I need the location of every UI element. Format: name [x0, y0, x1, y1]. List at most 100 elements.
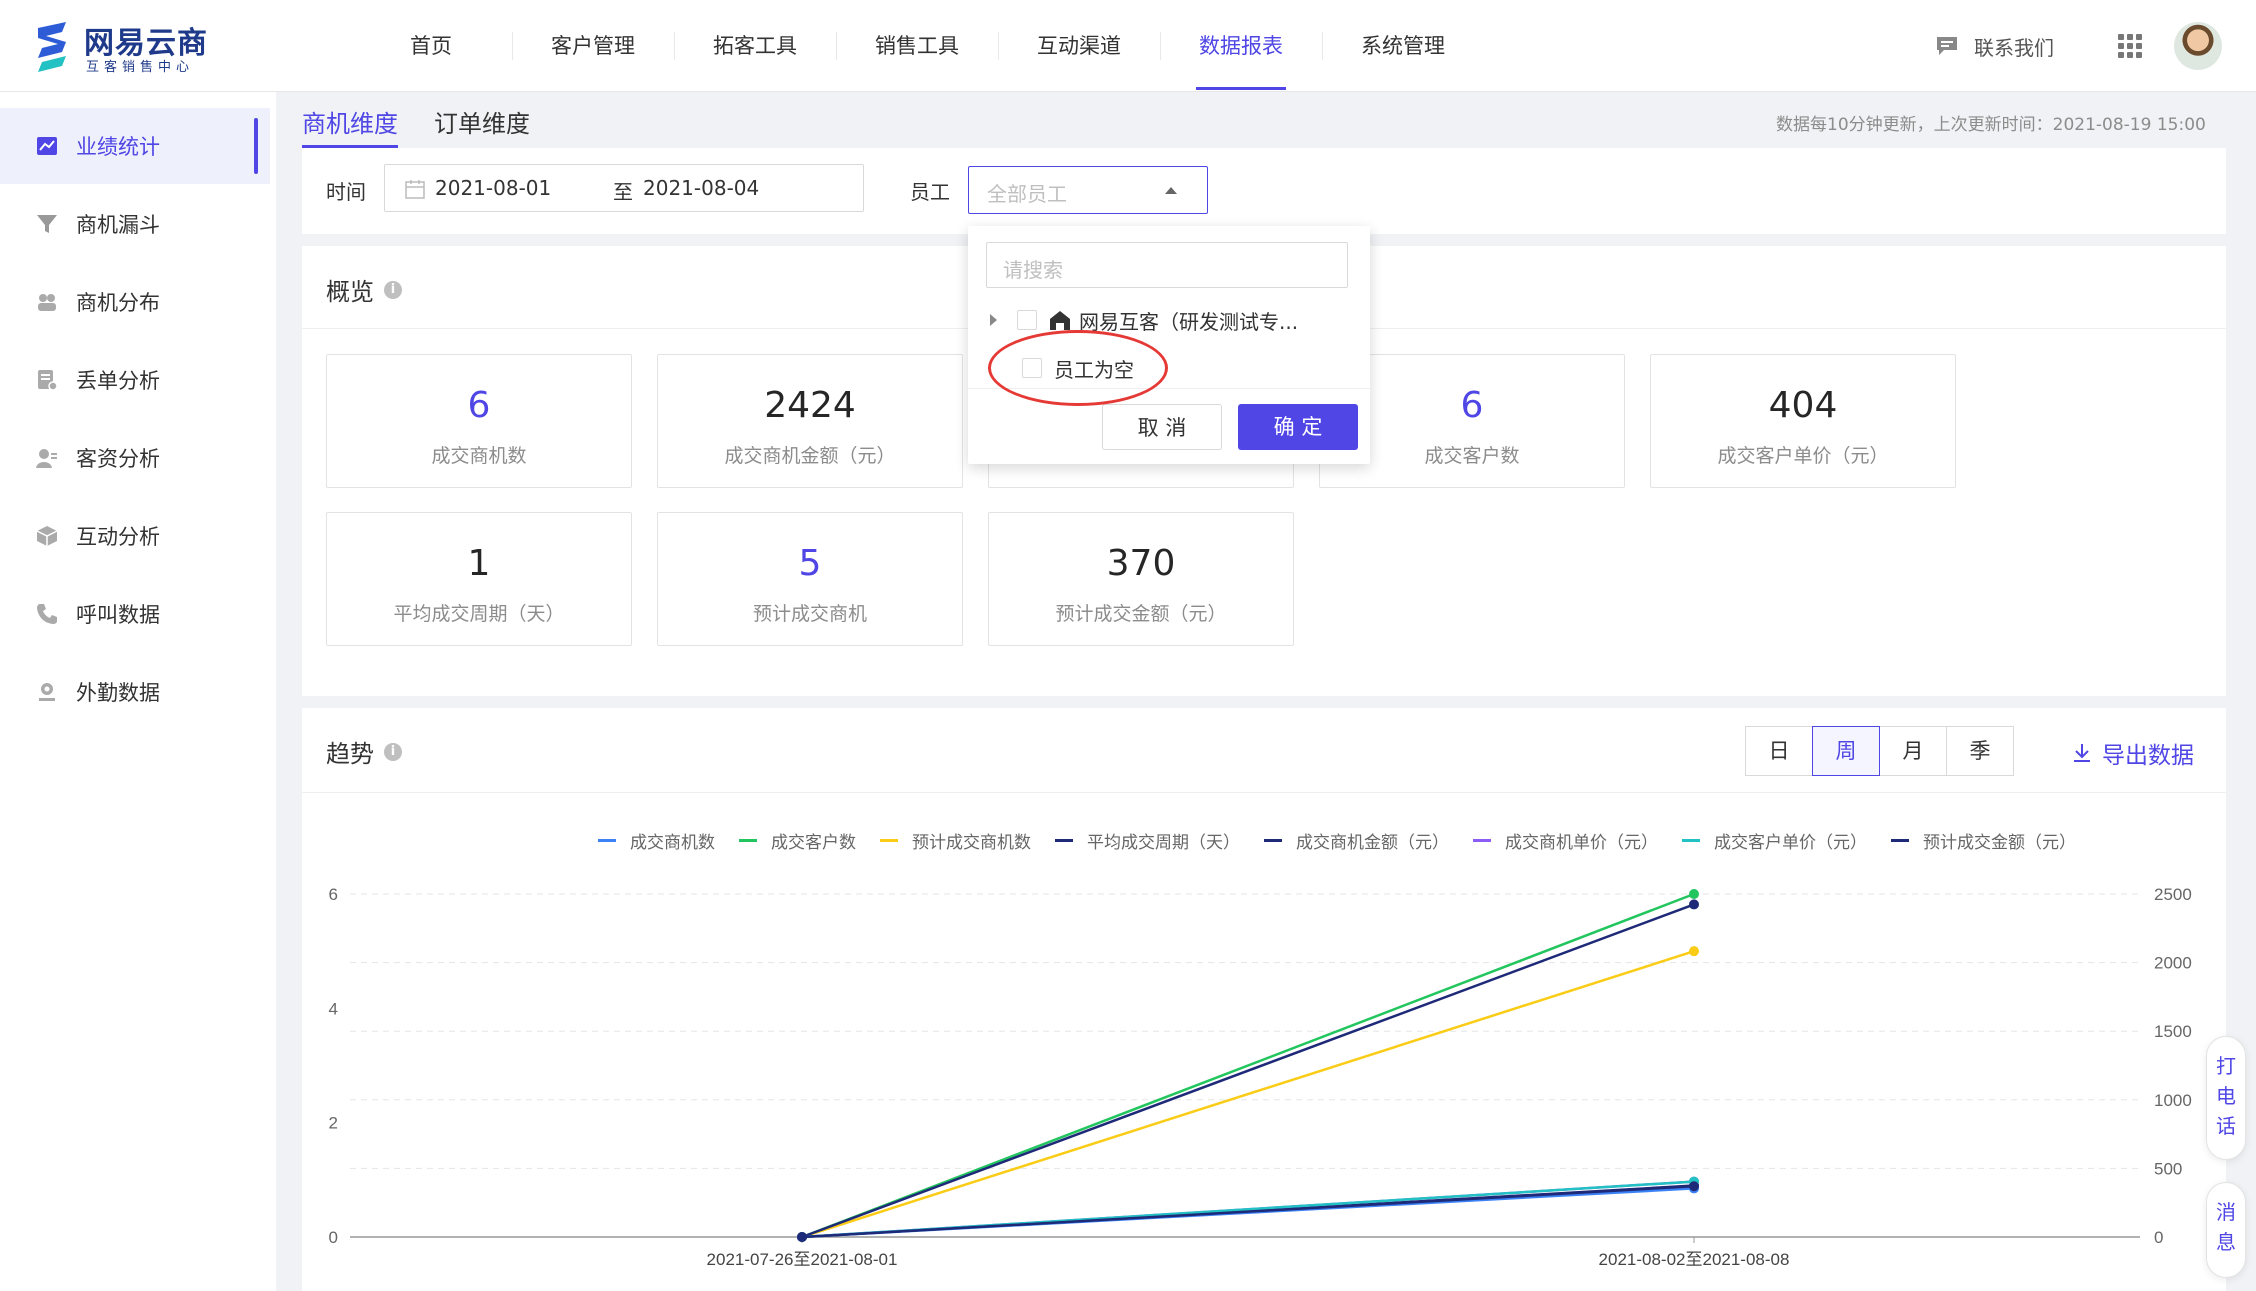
metric-label: 预计成交金额（元） [1055, 603, 1227, 625]
metric-value: 404 [1768, 385, 1838, 426]
sidebar-item-label: 业绩统计 [76, 135, 160, 159]
contact-label: 联系我们 [1974, 35, 2054, 60]
sidebar-item-label: 呼叫数据 [76, 603, 160, 627]
expand-caret-icon[interactable] [990, 314, 997, 326]
metric-label: 成交商机数 [431, 445, 527, 467]
legend-label: 成交商机金额（元） [1296, 833, 1449, 853]
logo[interactable]: 网易云商 互客销售中心 [32, 16, 232, 76]
employee-search-input[interactable]: 请搜索 [986, 242, 1348, 288]
sidebar-item-label: 商机分布 [76, 291, 160, 315]
x-tick-label: 2021-07-26至2021-08-01 [707, 1250, 898, 1269]
sidebar-item-0[interactable]: 业绩统计 [0, 108, 270, 184]
date-range-picker[interactable]: 2021-08-01 至 2021-08-04 [384, 164, 864, 212]
series-line [801, 892, 1695, 1239]
period-button-1[interactable]: 周 [1812, 726, 1880, 776]
legend-item[interactable]: 成交商机金额（元） [1264, 828, 1449, 853]
sidebar-item-label: 客资分析 [76, 447, 160, 471]
customer-icon [36, 447, 58, 469]
update-note: 数据每10分钟更新，上次更新时间：2021-08-19 15:00 [1776, 115, 2206, 135]
legend-label: 成交客户数 [771, 833, 856, 853]
sidebar-item-5[interactable]: 互动分析 [0, 498, 270, 574]
nav-item-3[interactable]: 销售工具 [836, 0, 998, 92]
float-button-char: 打 [2216, 1054, 2236, 1078]
avatar[interactable] [2174, 22, 2222, 70]
period-button-2[interactable]: 月 [1879, 726, 1947, 776]
employee-select[interactable]: 全部员工 [968, 166, 1208, 214]
trend-chart-icon [36, 135, 58, 157]
info-icon[interactable]: i [384, 280, 402, 299]
metric-value: 370 [1106, 543, 1176, 584]
caret-up-icon [1165, 187, 1177, 194]
legend-item[interactable]: 预计成交金额（元） [1891, 828, 2076, 853]
legend-item[interactable]: 成交商机数 [598, 828, 715, 853]
sidebar-item-1[interactable]: 商机漏斗 [0, 186, 270, 262]
download-icon [2074, 744, 2090, 762]
metric-card: 1 平均成交周期（天） [326, 512, 632, 646]
interaction-icon [36, 525, 58, 547]
trend-title-row: 趋势 i [326, 734, 402, 769]
filter-bar: 时间 2021-08-01 至 2021-08-04 员工 全部员工 [302, 148, 2226, 234]
trend-chart: 成交商机数 成交客户数 预计成交商机数 平均成交周期（天） 成交商机金额（元） 成交商机单… [302, 808, 2226, 1291]
sidebar-item-4[interactable]: 客资分析 [0, 420, 270, 496]
legend-item[interactable]: 成交客户单价（元） [1682, 828, 1867, 853]
period-button-0[interactable]: 日 [1745, 726, 1813, 776]
nav-item-0[interactable]: 首页 [350, 0, 512, 92]
distribution-icon [36, 291, 58, 313]
float-button-char: 电 [2216, 1084, 2236, 1108]
series-line [801, 903, 1695, 1239]
sidebar-item-label: 丢单分析 [76, 369, 160, 393]
y-right-tick-label: 500 [2154, 1159, 2182, 1178]
period-switch: 日周月季 [1745, 726, 2014, 776]
metric-value[interactable]: 5 [658, 543, 962, 585]
legend-item[interactable]: 预计成交商机数 [880, 828, 1031, 853]
metric-value: 1 [467, 543, 491, 584]
app-grid-icon[interactable] [2118, 34, 2142, 58]
y-left-tick-label: 2 [329, 1114, 338, 1133]
metric-card: 2424 成交商机金额（元） [657, 354, 963, 488]
y-left-tick-label: 6 [329, 885, 338, 904]
float-button-char: 息 [2216, 1230, 2236, 1254]
message-float-button[interactable]: 消息 [2206, 1182, 2246, 1278]
funnel-icon [36, 213, 58, 235]
overview-title-row: 概览 i [326, 272, 402, 307]
date-end[interactable]: 2021-08-04 [643, 176, 759, 200]
legend-swatch [880, 839, 898, 842]
y-right-tick-label: 1500 [2154, 1022, 2192, 1041]
metric-value[interactable]: 6 [327, 385, 631, 427]
data-point [1689, 889, 1699, 899]
sidebar-item-3[interactable]: 丢单分析 [0, 342, 270, 418]
contact-us-link[interactable]: 联系我们 [1936, 30, 2054, 62]
legend-label: 成交商机数 [630, 833, 715, 853]
sidebar-item-6[interactable]: 呼叫数据 [0, 576, 270, 652]
org-node-label: 网易互客（研发测试专... [1079, 309, 1299, 334]
metric-label: 预计成交商机 [752, 603, 867, 625]
cancel-button[interactable]: 取 消 [1102, 404, 1222, 450]
tab-opportunity-dimension[interactable]: 商机维度 [302, 104, 398, 148]
phone-icon [36, 603, 58, 625]
overview-title: 概览 [326, 278, 374, 306]
sidebar-item-label: 商机漏斗 [76, 213, 160, 237]
nav-item-5[interactable]: 数据报表 [1160, 0, 1322, 92]
legend-item[interactable]: 成交商机单价（元） [1473, 828, 1658, 853]
time-label: 时间 [326, 180, 366, 204]
nav-item-4[interactable]: 互动渠道 [998, 0, 1160, 92]
org-checkbox[interactable] [1017, 310, 1037, 330]
tab-order-dimension[interactable]: 订单维度 [434, 104, 530, 144]
sidebar-item-7[interactable]: 外勤数据 [0, 654, 270, 730]
sidebar-item-label: 外勤数据 [76, 681, 160, 705]
call-float-button[interactable]: 打电话 [2206, 1036, 2246, 1160]
sidebar-item-2[interactable]: 商机分布 [0, 264, 270, 340]
legend-item[interactable]: 成交客户数 [739, 828, 856, 853]
float-button-char: 消 [2216, 1200, 2236, 1224]
period-button-3[interactable]: 季 [1946, 726, 2014, 776]
legend-item[interactable]: 平均成交周期（天） [1055, 828, 1240, 853]
nav-item-6[interactable]: 系统管理 [1322, 0, 1484, 92]
date-start[interactable]: 2021-08-01 [435, 176, 551, 200]
nav-item-1[interactable]: 客户管理 [512, 0, 674, 92]
export-data-button[interactable]: 导出数据 [2072, 736, 2194, 770]
nav-item-2[interactable]: 拓客工具 [674, 0, 836, 92]
data-point [797, 1232, 807, 1242]
confirm-button[interactable]: 确 定 [1238, 404, 1358, 450]
legend-label: 平均成交周期（天） [1087, 833, 1240, 853]
info-icon[interactable]: i [384, 742, 402, 761]
